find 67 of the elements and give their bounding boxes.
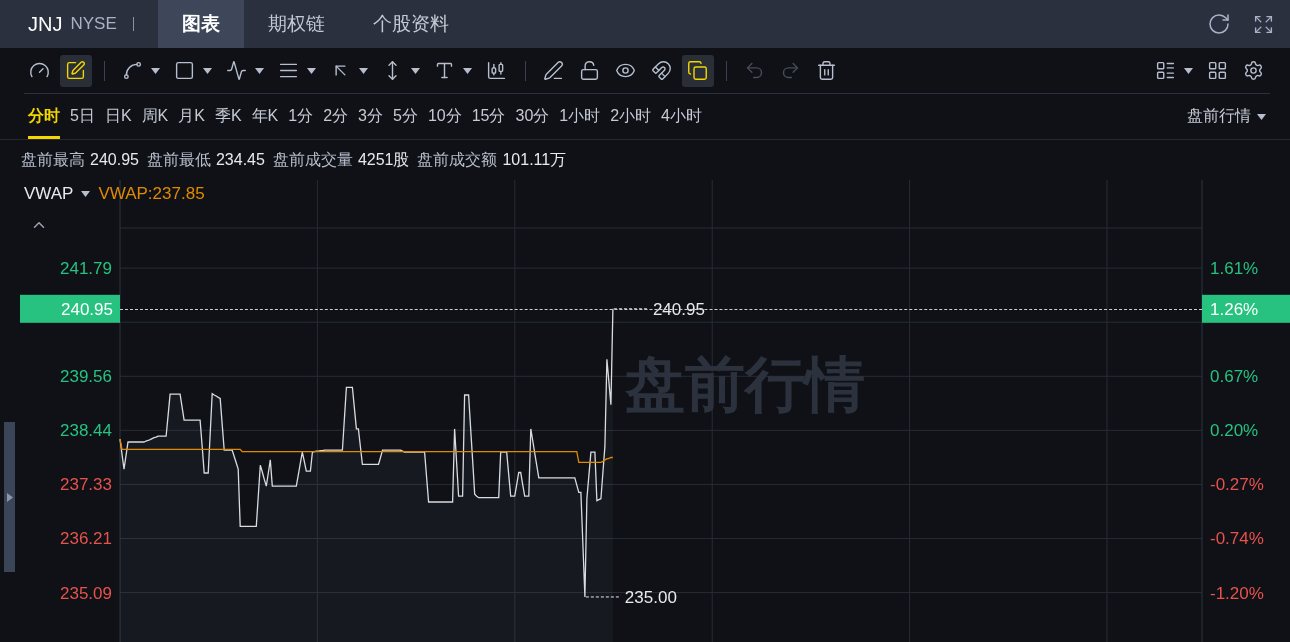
caret-icon xyxy=(307,67,316,74)
exchange-label: NYSE xyxy=(70,14,117,34)
price-axis-label: 236.21 xyxy=(60,529,112,549)
period-tab[interactable]: 分时 xyxy=(28,94,60,139)
period-tab[interactable]: 日K xyxy=(104,94,132,139)
header-tab[interactable]: 期权链 xyxy=(243,0,349,48)
price-axis-label: 237.33 xyxy=(60,475,112,495)
caret-icon xyxy=(1184,67,1193,74)
caret-icon xyxy=(359,67,368,74)
period-tab[interactable]: 5分 xyxy=(393,94,418,139)
header-tab[interactable]: 个股资料 xyxy=(348,0,473,48)
period-tab[interactable]: 3分 xyxy=(358,94,383,139)
indicator-name[interactable]: VWAP xyxy=(24,184,74,204)
tool-button[interactable] xyxy=(682,54,714,87)
price-axis-label: 241.79 xyxy=(60,259,112,279)
period-tab[interactable]: 2分 xyxy=(323,94,349,139)
stat-label: 盘前最高 xyxy=(21,149,85,170)
caret-icon xyxy=(463,67,472,74)
caret-icon xyxy=(203,67,212,74)
period-tab[interactable]: 4小时 xyxy=(661,94,702,139)
stat-value: 101.11万 xyxy=(502,149,567,170)
period-tab[interactable]: 月K xyxy=(178,94,205,139)
side-panel-handle[interactable] xyxy=(4,422,15,572)
indicator-value: VWAP:237.85 xyxy=(98,184,205,204)
stock-symbol: JNJ xyxy=(28,12,63,36)
period-tab[interactable]: 季K xyxy=(214,94,242,139)
stat-label: 盘前成交额 xyxy=(417,149,498,170)
tool-button[interactable] xyxy=(60,54,92,87)
stat-value: 234.45 xyxy=(215,151,265,169)
refresh-icon[interactable] xyxy=(1207,12,1231,36)
percent-axis-label: -0.74% xyxy=(1210,529,1264,549)
header-tab[interactable]: 图表 xyxy=(157,0,244,48)
caret-icon xyxy=(255,67,264,74)
stat-label: 盘前成交量 xyxy=(272,149,353,170)
period-tab[interactable]: 10分 xyxy=(427,94,462,139)
leader-line xyxy=(613,308,650,310)
period-tab[interactable]: 年K xyxy=(251,94,279,139)
price-axis-label: 235.09 xyxy=(60,583,112,603)
stat-value: 240.95 xyxy=(90,151,139,169)
period-tab[interactable]: 1小时 xyxy=(559,94,601,139)
fullscreen-icon[interactable] xyxy=(1253,13,1274,35)
last-price-tag: 240.95 xyxy=(20,294,120,323)
session-dropdown[interactable]: 盘前行情 xyxy=(1181,105,1272,128)
stat-value: 4251股 xyxy=(357,149,410,170)
period-tab[interactable]: 2小时 xyxy=(610,94,652,139)
period-tab[interactable]: 1分 xyxy=(288,94,314,139)
percent-axis-label: 1.61% xyxy=(1210,259,1259,279)
caret-icon xyxy=(151,67,160,74)
price-annotation: 235.00 xyxy=(624,587,677,607)
caret-icon xyxy=(411,67,420,74)
triangle-icon xyxy=(6,492,13,502)
leader-line xyxy=(585,596,622,598)
percent-axis-label: 0.20% xyxy=(1210,421,1259,441)
percent-axis-label: -0.27% xyxy=(1210,475,1264,495)
caret-icon xyxy=(81,191,91,197)
percent-axis-label: 0.67% xyxy=(1210,367,1259,387)
period-tab[interactable]: 30分 xyxy=(515,94,550,139)
price-axis-label: 238.44 xyxy=(60,421,112,441)
percent-axis-label: -1.20% xyxy=(1210,583,1264,603)
period-tab[interactable]: 周K xyxy=(141,94,169,139)
stat-label: 盘前最低 xyxy=(146,149,211,170)
price-axis-label: 239.56 xyxy=(60,367,112,387)
last-percent-tag: 1.26% xyxy=(1202,294,1290,323)
period-tab[interactable]: 15分 xyxy=(471,94,506,139)
period-tab[interactable]: 5日 xyxy=(70,94,95,139)
price-annotation: 240.95 xyxy=(652,299,705,319)
caret-icon xyxy=(1257,113,1266,120)
